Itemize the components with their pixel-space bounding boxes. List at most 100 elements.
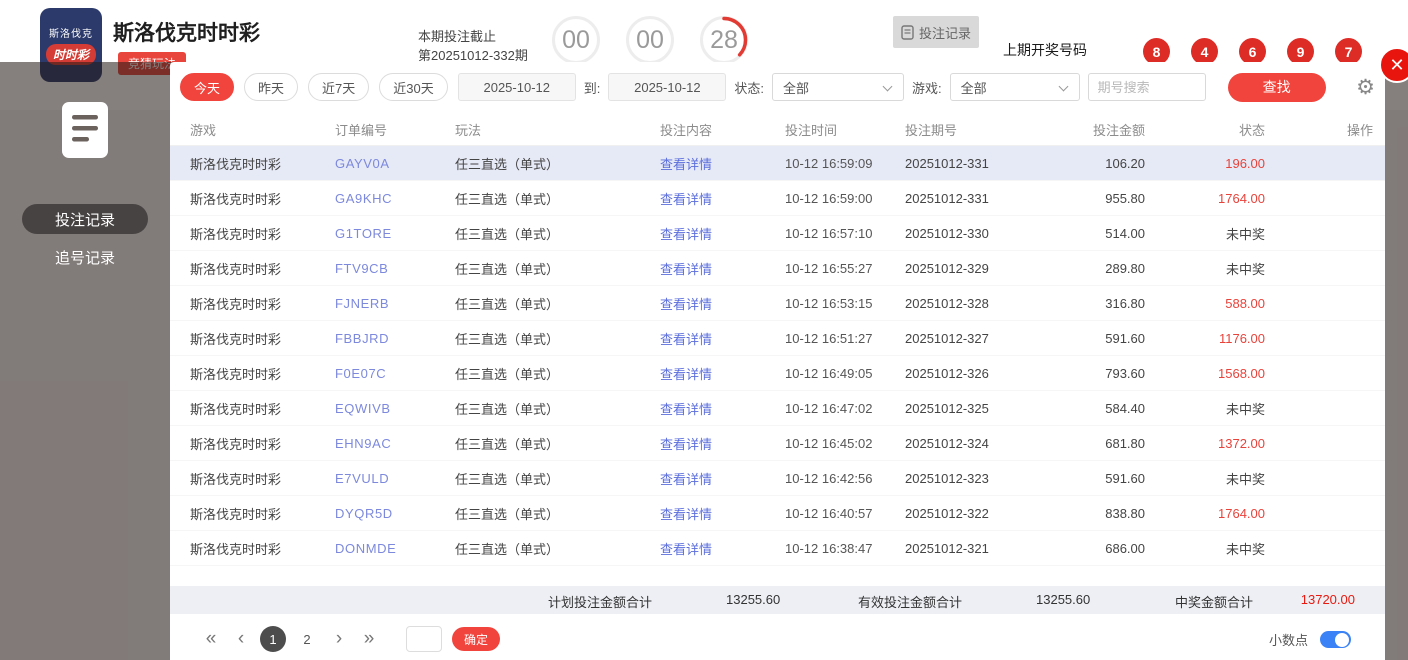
table-row[interactable]: 斯洛伐克时时彩 DONMDE 任三直选（单式） 查看详情 10-12 16:38…	[170, 531, 1385, 566]
cell-bet-time: 10-12 16:51:27	[785, 330, 873, 346]
view-detail-link[interactable]: 查看详情	[660, 189, 785, 208]
cell-play-type: 任三直选（单式）	[455, 331, 560, 347]
cell-status: 未中奖	[1225, 226, 1265, 242]
table-row[interactable]: 斯洛伐克时时彩 FJNERB 任三直选（单式） 查看详情 10-12 16:53…	[170, 286, 1385, 321]
decimal-control: 小数点	[1269, 630, 1351, 649]
next-page-button[interactable]: ›	[324, 628, 354, 650]
cell-play-type: 任三直选（单式）	[455, 191, 560, 207]
cell-order-number[interactable]: FTV9CB	[335, 261, 455, 276]
table-row[interactable]: 斯洛伐克时时彩 GAYV0A 任三直选（单式） 查看详情 10-12 16:59…	[170, 146, 1385, 181]
cell-game: 斯洛伐克时时彩	[190, 331, 282, 347]
cell-bet-time: 10-12 16:57:10	[785, 225, 873, 241]
date-to-input[interactable]	[608, 73, 727, 101]
table-row[interactable]: 斯洛伐克时时彩 F0E07C 任三直选（单式） 查看详情 10-12 16:49…	[170, 356, 1385, 391]
cell-order-number[interactable]: GA9KHC	[335, 191, 455, 206]
records-icon	[62, 102, 108, 158]
table-row[interactable]: 斯洛伐克时时彩 FBBJRD 任三直选（单式） 查看详情 10-12 16:51…	[170, 321, 1385, 356]
cell-order-number[interactable]: EQWIVB	[335, 401, 455, 416]
cell-amount: 289.80	[1105, 260, 1145, 276]
cell-order-number[interactable]: DYQR5D	[335, 506, 455, 521]
cell-status: 588.00	[1225, 295, 1265, 311]
view-detail-link[interactable]: 查看详情	[660, 224, 785, 243]
cell-game: 斯洛伐克时时彩	[190, 471, 282, 487]
date-to-label: 到:	[583, 80, 601, 96]
view-detail-link[interactable]: 查看详情	[660, 469, 785, 488]
view-detail-link[interactable]: 查看详情	[660, 434, 785, 453]
filter-7days-button[interactable]: 近7天	[308, 73, 370, 101]
win-total-value: 13720.00	[1300, 592, 1355, 607]
close-button[interactable]: ✕	[1379, 47, 1408, 83]
cell-period: 20251012-325	[905, 400, 989, 416]
game-select[interactable]: 全部	[949, 73, 1080, 101]
deadline-label: 本期投注截止	[418, 29, 497, 44]
cell-status: 未中奖	[1225, 541, 1265, 557]
cell-amount: 838.80	[1105, 505, 1145, 521]
cell-bet-time: 10-12 16:42:56	[785, 470, 873, 486]
sidebar-item-bet-records[interactable]: 投注记录	[22, 204, 148, 234]
view-detail-link[interactable]: 查看详情	[660, 539, 785, 558]
page-2-button[interactable]: 2	[294, 626, 320, 652]
table-header: 游戏 订单编号 玩法 投注内容 投注时间 投注期号 投注金额 状态 操作	[170, 114, 1385, 146]
last-draw-numbers: 8 4 6 9 7	[1143, 38, 1362, 65]
prev-page-button[interactable]: ‹	[226, 628, 256, 650]
cell-status: 1764.00	[1218, 505, 1265, 521]
cell-status: 1176.00	[1218, 330, 1265, 346]
cell-order-number[interactable]: FJNERB	[335, 296, 455, 311]
view-detail-link[interactable]: 查看详情	[660, 504, 785, 523]
filter-today-button[interactable]: 今天	[180, 73, 235, 101]
cell-amount: 591.60	[1105, 330, 1145, 346]
page-jump-input[interactable]	[406, 626, 442, 652]
col-header-time: 投注时间	[785, 123, 838, 138]
cell-order-number[interactable]: GAYV0A	[335, 156, 455, 171]
cell-amount: 681.80	[1105, 435, 1145, 451]
cell-order-number[interactable]: E7VULD	[335, 471, 455, 486]
draw-ball: 7	[1335, 38, 1362, 65]
table-row[interactable]: 斯洛伐克时时彩 DYQR5D 任三直选（单式） 查看详情 10-12 16:40…	[170, 496, 1385, 531]
table-row[interactable]: 斯洛伐克时时彩 FTV9CB 任三直选（单式） 查看详情 10-12 16:55…	[170, 251, 1385, 286]
col-header-status: 状态	[1238, 123, 1265, 138]
table-row[interactable]: 斯洛伐克时时彩 E7VULD 任三直选（单式） 查看详情 10-12 16:42…	[170, 461, 1385, 496]
cell-amount: 584.40	[1105, 400, 1145, 416]
cell-game: 斯洛伐克时时彩	[190, 261, 282, 277]
first-page-button[interactable]: «	[196, 628, 226, 650]
table-row[interactable]: 斯洛伐克时时彩 G1TORE 任三直选（单式） 查看详情 10-12 16:57…	[170, 216, 1385, 251]
date-from-input[interactable]	[457, 73, 576, 101]
view-detail-link[interactable]: 查看详情	[660, 294, 785, 313]
view-detail-link[interactable]: 查看详情	[660, 154, 785, 173]
table-row[interactable]: 斯洛伐克时时彩 GA9KHC 任三直选（单式） 查看详情 10-12 16:59…	[170, 181, 1385, 216]
confirm-page-button[interactable]: 确定	[452, 627, 500, 651]
cell-order-number[interactable]: EHN9AC	[335, 436, 455, 451]
cell-play-type: 任三直选（单式）	[455, 506, 560, 522]
cell-order-number[interactable]: FBBJRD	[335, 331, 455, 346]
filter-yesterday-button[interactable]: 昨天	[244, 73, 299, 101]
status-select[interactable]: 全部	[771, 73, 904, 101]
view-detail-link[interactable]: 查看详情	[660, 399, 785, 418]
cell-period: 20251012-324	[905, 435, 989, 451]
cell-game: 斯洛伐克时时彩	[190, 226, 282, 242]
cell-bet-time: 10-12 16:55:27	[785, 260, 873, 276]
pagination: « ‹ 1 2 › » 确定	[196, 622, 500, 656]
filter-30days-button[interactable]: 近30天	[379, 73, 448, 101]
draw-ball: 6	[1239, 38, 1266, 65]
cell-order-number[interactable]: F0E07C	[335, 366, 455, 381]
cell-order-number[interactable]: DONMDE	[335, 541, 455, 556]
page-1-button[interactable]: 1	[260, 626, 286, 652]
view-detail-link[interactable]: 查看详情	[660, 329, 785, 348]
bet-record-header-button[interactable]: 投注记录	[893, 16, 979, 48]
cell-play-type: 任三直选（单式）	[455, 226, 560, 242]
table-row[interactable]: 斯洛伐克时时彩 EHN9AC 任三直选（单式） 查看详情 10-12 16:45…	[170, 426, 1385, 461]
period-search-input[interactable]	[1087, 73, 1206, 101]
cell-order-number[interactable]: G1TORE	[335, 226, 455, 241]
sidebar-item-chase-records[interactable]: 追号记录	[22, 242, 148, 272]
last-page-button[interactable]: »	[354, 628, 384, 650]
bet-record-header-label: 投注记录	[918, 25, 971, 41]
search-button[interactable]: 查找	[1227, 72, 1326, 102]
table-row[interactable]: 斯洛伐克时时彩 EQWIVB 任三直选（单式） 查看详情 10-12 16:47…	[170, 391, 1385, 426]
game-title: 斯洛伐克时时彩	[113, 22, 260, 45]
decimal-toggle[interactable]	[1320, 631, 1351, 648]
view-detail-link[interactable]: 查看详情	[660, 364, 785, 383]
plan-total-value: 13255.60	[726, 592, 781, 607]
view-detail-link[interactable]: 查看详情	[660, 259, 785, 278]
plan-total-label: 计划投注金额合计	[548, 595, 653, 610]
gear-icon[interactable]: ⚙	[1356, 77, 1375, 98]
